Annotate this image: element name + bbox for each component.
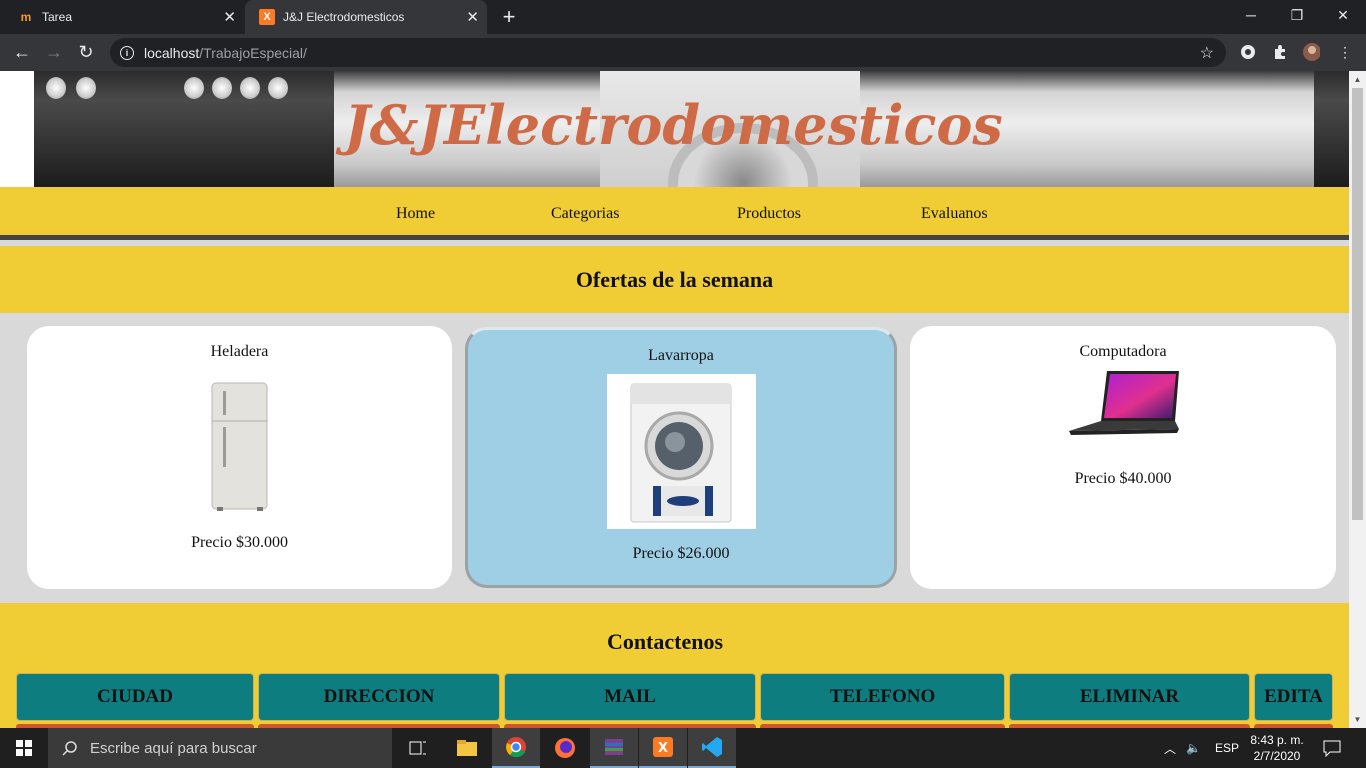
scroll-up-arrow-icon[interactable]: ▲ [1349, 71, 1366, 88]
site-info-icon[interactable]: i [120, 45, 134, 60]
product-price: Precio $40.000 [1074, 470, 1172, 487]
nav-categorias[interactable]: Categorias [551, 205, 619, 223]
tab-tarea[interactable]: m Tarea ✕ [8, 0, 244, 34]
offers-header: Ofertas de la semana [0, 246, 1349, 313]
table-header-telefono: TELEFONO [760, 673, 1005, 721]
main-nav: Home Categorias Productos Evaluanos [0, 187, 1349, 240]
xampp-icon[interactable]: X [639, 728, 687, 768]
close-tab-icon[interactable]: ✕ [466, 8, 479, 26]
svg-text:X: X [658, 741, 668, 756]
tray-overflow-icon[interactable]: ︿ [1164, 728, 1176, 768]
tab-jj-electrodomesticos[interactable]: X J&J Electrodomesticos ✕ [245, 0, 487, 34]
close-tab-icon[interactable]: ✕ [223, 8, 236, 26]
washing-machine-image [606, 374, 756, 529]
tab-title: Tarea [42, 10, 73, 24]
product-price: Precio $30.000 [191, 534, 288, 551]
windows-start-icon[interactable] [0, 728, 48, 768]
address-bar[interactable]: i localhost/TrabajoEspecial/ ☆ [110, 38, 1226, 67]
language-indicator[interactable]: ESP [1215, 728, 1239, 768]
product-card-lavarropa[interactable]: Lavarropa Precio $26.000 [465, 327, 897, 588]
minimize-icon[interactable]: ─ [1228, 0, 1274, 30]
table-header-eliminar: ELIMINAR [1009, 673, 1250, 721]
clock-time: 8:43 p. m. [1250, 733, 1304, 747]
extension-globe-icon[interactable] [1239, 43, 1257, 61]
search-icon [62, 741, 77, 756]
volume-icon[interactable]: 🔈 [1186, 728, 1201, 768]
product-name: Computadora [1079, 343, 1167, 360]
offers-cards: Heladera Precio $30.000 Lavarropa Precio… [0, 313, 1349, 603]
browser-tab-strip: m Tarea ✕ X J&J Electrodomesticos ✕ + ─ … [0, 0, 1366, 34]
restore-icon[interactable]: ❐ [1274, 0, 1320, 30]
nav-evaluanos[interactable]: Evaluanos [921, 205, 988, 223]
product-price: Precio $26.000 [632, 545, 730, 562]
reload-icon[interactable]: ↻ [74, 40, 98, 64]
search-placeholder: Escribe aquí para buscar [90, 739, 257, 757]
table-header-mail: MAIL [504, 673, 756, 721]
forward-arrow-icon[interactable]: → [42, 40, 66, 64]
table-header-ciudad: CIUDAD [16, 673, 254, 721]
nav-productos[interactable]: Productos [737, 205, 801, 223]
back-arrow-icon[interactable]: ← [10, 40, 34, 64]
chrome-menu-icon[interactable]: ⋮ [1336, 43, 1354, 61]
profile-avatar[interactable] [1302, 43, 1320, 61]
page-viewport: J&JElectrodomesticos Home Categorias Pro… [0, 71, 1349, 728]
vscode-icon[interactable] [688, 728, 736, 768]
scrollbar-thumb[interactable] [1352, 88, 1363, 520]
product-name: Lavarropa [648, 347, 714, 364]
scroll-down-arrow-icon[interactable]: ▼ [1349, 711, 1366, 728]
laptop-image [1048, 369, 1198, 454]
xampp-favicon-icon: X [259, 9, 275, 25]
notifications-icon[interactable] [1322, 728, 1342, 768]
winrar-icon[interactable] [590, 728, 638, 768]
contact-section: Contactenos CIUDAD DIRECCION MAIL TELEFO… [0, 603, 1349, 728]
close-window-icon[interactable]: ✕ [1320, 0, 1366, 30]
bookmark-star-icon[interactable]: ☆ [1200, 43, 1214, 63]
new-tab-icon[interactable]: + [498, 4, 520, 30]
windows-taskbar: Escribe aquí para buscar X ︿ 🔈 ESP 8:43 … [0, 728, 1366, 768]
file-explorer-icon[interactable] [443, 728, 491, 768]
site-brand-title: J&JElectrodomesticos [344, 93, 1003, 157]
firefox-icon[interactable] [541, 728, 589, 768]
refrigerator-image [165, 369, 314, 518]
product-card-computadora[interactable]: Computadora Precio $40.000 [910, 326, 1336, 589]
tab-title: J&J Electrodomesticos [283, 10, 405, 24]
browser-toolbar: ← → ↻ i localhost/TrabajoEspecial/ ☆ ⋮ [0, 34, 1366, 71]
product-name: Heladera [210, 343, 269, 360]
page-scrollbar[interactable]: ▲ ▼ [1349, 71, 1366, 728]
tarea-favicon-icon: m [18, 9, 34, 25]
chrome-icon[interactable] [492, 728, 540, 768]
clock-date: 2/7/2020 [1253, 749, 1301, 763]
task-view-icon[interactable] [394, 728, 442, 768]
table-header-editar: EDITA [1254, 673, 1333, 721]
taskbar-search-box[interactable]: Escribe aquí para buscar [48, 728, 392, 768]
table-header-direccion: DIRECCION [258, 673, 500, 721]
address-path: /TrabajoEspecial/ [199, 44, 307, 61]
nav-home[interactable]: Home [396, 205, 435, 223]
product-card-heladera[interactable]: Heladera Precio $30.000 [27, 326, 452, 589]
extensions-puzzle-icon[interactable] [1271, 43, 1289, 61]
site-banner: J&JElectrodomesticos [0, 71, 1349, 187]
address-host: localhost [144, 44, 200, 61]
clock[interactable]: 8:43 p. m. 2/7/2020 [1248, 728, 1306, 768]
contact-title: Contactenos [606, 629, 724, 654]
offers-title: Ofertas de la semana [575, 266, 774, 292]
